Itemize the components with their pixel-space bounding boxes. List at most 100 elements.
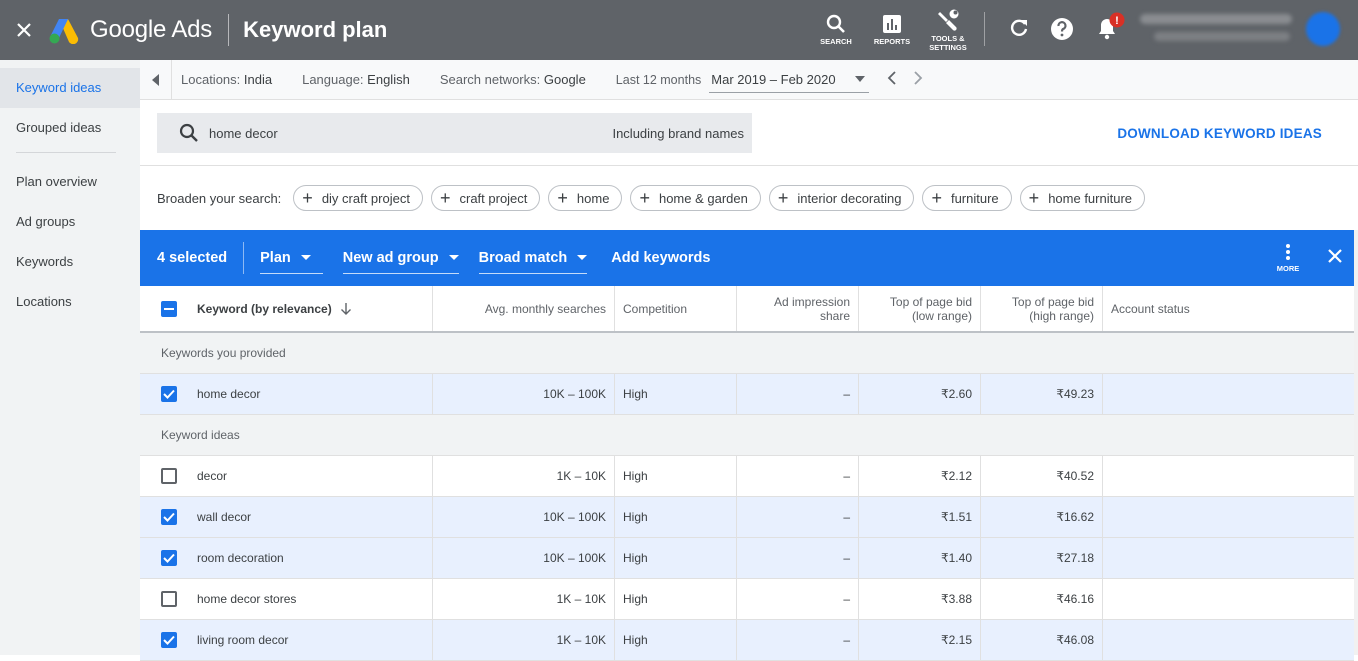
check-icon [163,553,175,563]
more-label: MORE [1276,263,1300,273]
competition-cell: High [615,538,737,578]
language-label: Language: [302,72,364,87]
account-info[interactable] [1140,14,1292,41]
help-icon[interactable] [1050,17,1074,46]
plus-icon: + [439,188,451,208]
sidebar-item-keyword-ideas[interactable]: Keyword ideas [0,68,140,108]
impression-share-cell: – [737,620,859,660]
networks-value: Google [543,72,586,87]
search-divider [140,165,1358,166]
bid-high-column-header[interactable]: Top of page bid (high range) [981,286,1103,331]
plus-icon: + [777,188,789,208]
more-button[interactable]: MORE [1268,243,1308,273]
avatar[interactable] [1306,12,1340,46]
chip-label: interior decorating [797,190,902,206]
networks-filter[interactable]: Search networks: Google [440,72,586,87]
next-period-button[interactable] [913,71,923,88]
keyword-column-header[interactable]: Keyword (by relevance) [140,286,433,331]
sidebar-item-keywords[interactable]: Keywords [0,242,140,282]
row-checkbox[interactable] [161,509,177,525]
impression-header-line1: Ad impression [773,294,850,309]
sidebar-item-ad-groups[interactable]: Ad groups [0,202,140,242]
bid-low-column-header[interactable]: Top of page bid (low range) [859,286,981,331]
keyword-table: Keyword (by relevance) Avg. monthly sear… [140,286,1354,661]
competition-header-label: Competition [623,301,688,316]
table-row[interactable]: wall decor 10K – 100K High – ₹1.51 ₹16.62 [140,497,1354,538]
plus-icon: + [639,188,650,208]
table-row[interactable]: decor 1K – 10K High – ₹2.12 ₹40.52 [140,456,1354,497]
keyword-cell: living room decor [140,620,433,660]
bid-low-header-line1: Top of page bid [889,294,972,309]
notifications-icon[interactable]: ! [1094,12,1128,47]
language-filter[interactable]: Language: English [302,72,410,87]
keyword-search-box[interactable]: home decor Including brand names [157,113,752,153]
google-ads-logo[interactable]: Google Ads [48,0,212,60]
sidebar-item-plan-overview[interactable]: Plan overview [0,162,140,202]
sidebar-item-grouped-ideas[interactable]: Grouped ideas [0,108,140,148]
broaden-chip[interactable]: + home [548,185,623,211]
google-ads-logo-icon [49,19,79,44]
sidebar-divider [16,152,116,153]
section-header: Keyword ideas [140,415,1354,456]
selected-count: 4 selected [157,250,228,266]
close-icon[interactable] [0,0,48,60]
title-divider [228,14,230,46]
scrollbar[interactable] [1354,230,1358,655]
impression-share-column-header[interactable]: Ad impression share [737,286,859,331]
keyword-header-label: Keyword (by relevance) [197,301,332,316]
row-checkbox[interactable] [161,591,177,607]
match-type-dropdown[interactable]: Broad match [478,242,588,274]
searches-column-header[interactable]: Avg. monthly searches [433,286,615,331]
searches-cell: 1K – 10K [433,579,615,619]
broaden-chip[interactable]: + diy craft project [293,185,423,211]
bid-high-cell: ₹27.18 [981,538,1103,578]
refresh-icon[interactable] [1008,17,1030,44]
row-checkbox[interactable] [161,550,177,566]
search-button[interactable]: SEARCH [808,0,864,60]
table-row[interactable]: home decor stores 1K – 10K High – ₹3.88 ₹46.1… [140,579,1354,620]
section-header: Keywords you provided [140,333,1354,374]
table-row[interactable]: home decor 10K – 100K High – ₹2.60 ₹49.23 [140,374,1354,415]
wrench-icon [938,9,959,31]
keyword-cell: home decor [140,374,433,414]
competition-column-header[interactable]: Competition [615,286,737,331]
tools-settings-button[interactable]: TOOLS & SETTINGS [920,0,976,60]
plus-icon: + [931,188,942,208]
clear-selection-button[interactable] [1328,249,1342,267]
check-icon [163,512,175,522]
select-all-checkbox[interactable] [161,300,177,317]
broaden-chip[interactable]: + home & garden [630,185,761,211]
row-checkbox[interactable] [161,386,177,402]
collapse-sidebar-button[interactable] [140,59,172,100]
row-checkbox[interactable] [161,632,177,648]
broaden-chip[interactable]: + interior decorating [768,185,915,211]
chip-label: craft project [459,190,528,206]
account-status-column-header[interactable]: Account status [1103,286,1354,331]
impression-header-line2: share [819,308,850,323]
sidebar-item-locations[interactable]: Locations [0,282,140,322]
download-keyword-ideas-button[interactable]: DOWNLOAD KEYWORD IDEAS [1117,126,1322,141]
ad-group-dropdown[interactable]: New ad group [342,242,459,274]
bid-low-cell: ₹1.51 [859,497,981,537]
table-row[interactable]: room decoration 10K – 100K High – ₹1.40 ₹27.1… [140,538,1354,579]
bid-low-cell: ₹1.40 [859,538,981,578]
brand-names-option[interactable]: Including brand names [612,126,744,141]
plan-dropdown[interactable]: Plan [260,242,323,274]
bid-high-cell: ₹49.23 [981,374,1103,414]
locations-filter[interactable]: Locations: India [181,72,272,87]
broaden-chip[interactable]: + home furniture [1019,185,1146,211]
bid-low-cell: ₹2.60 [859,374,981,414]
add-keywords-button[interactable]: Add keywords [611,250,710,266]
competition-cell: High [615,579,737,619]
ad-group-label: New ad group [342,249,439,266]
broaden-chip[interactable]: + craft project [430,185,541,211]
account-status-cell [1103,620,1354,660]
keyword-text: home decor [197,387,261,401]
keyword-cell: wall decor [140,497,433,537]
date-range-select[interactable]: Mar 2019 – Feb 2020 [709,67,870,93]
reports-button[interactable]: REPORTS [864,0,920,60]
previous-period-button[interactable] [887,71,897,88]
bid-high-cell: ₹16.62 [981,497,1103,537]
broaden-chip[interactable]: + furniture [922,185,1012,211]
row-checkbox[interactable] [161,468,177,484]
